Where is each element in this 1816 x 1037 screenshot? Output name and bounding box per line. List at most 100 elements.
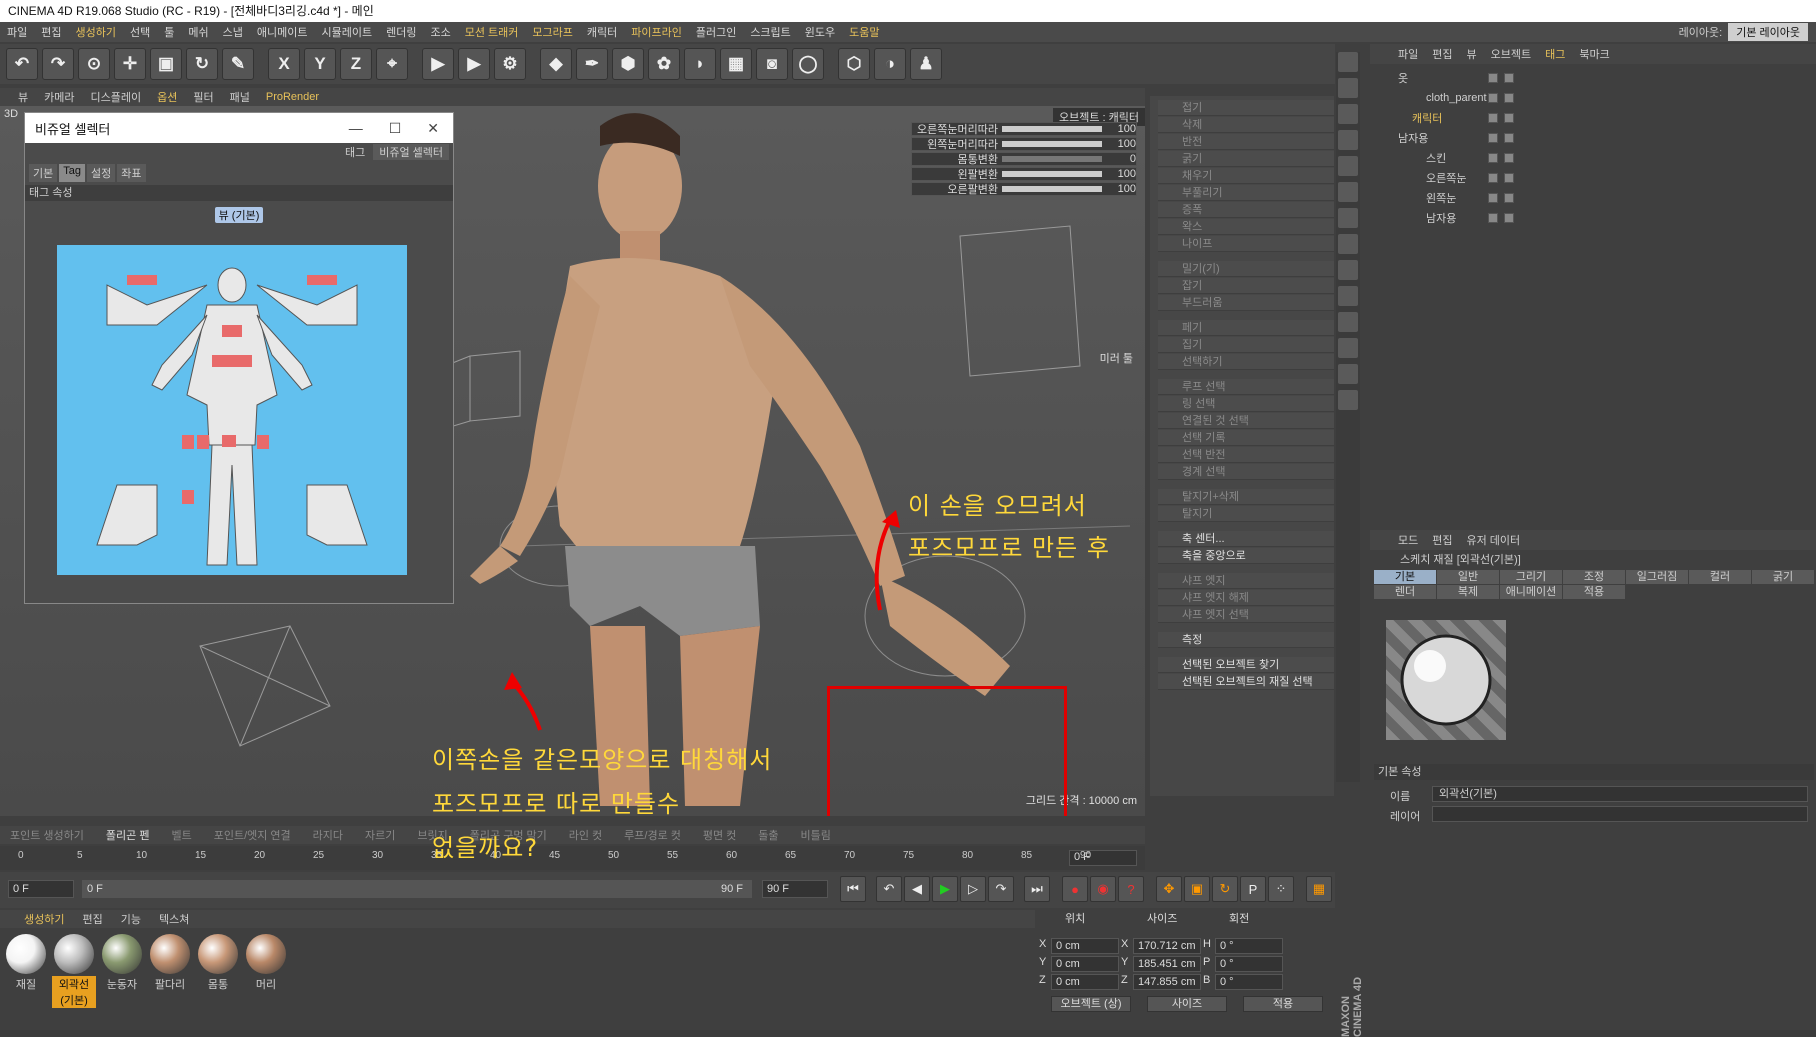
- prev-frame-icon[interactable]: ◀: [904, 876, 930, 902]
- menu-item[interactable]: 생성하기: [69, 24, 123, 40]
- tool-item[interactable]: 탈지기: [1158, 506, 1334, 522]
- attr-tab[interactable]: 굵기: [1752, 570, 1814, 584]
- object-name[interactable]: 왼쪽눈: [1426, 190, 1456, 206]
- camera-icon[interactable]: ◙: [756, 48, 788, 80]
- menu-item[interactable]: 파일: [0, 24, 34, 40]
- next-frame-icon[interactable]: ▷: [960, 876, 986, 902]
- menu-item[interactable]: 모그라프: [525, 24, 579, 40]
- visual-selector-window[interactable]: 비쥬얼 셀렉터 — ☐ ✕ 태그 비쥬얼 셀렉터 기본 Tag 설정 좌표 태그 속성…: [24, 112, 454, 604]
- redo-icon[interactable]: ↷: [42, 48, 74, 80]
- menu-item[interactable]: 도움말: [842, 24, 886, 40]
- polygon-tool[interactable]: 라지다: [313, 827, 343, 843]
- coord-size-field[interactable]: 170.712 cm: [1133, 938, 1201, 954]
- view-default-button[interactable]: 뷰 (기본): [215, 207, 263, 223]
- polygon-tool[interactable]: 자르기: [365, 827, 395, 843]
- cube-mode-icon[interactable]: [1338, 52, 1358, 72]
- coord-mode-dropdown[interactable]: 오브젝트 (상): [1051, 996, 1131, 1012]
- material-swatch[interactable]: 몸통: [196, 934, 240, 994]
- record-icon[interactable]: ●: [1062, 876, 1088, 902]
- render-settings-icon[interactable]: ⚙: [494, 48, 526, 80]
- menu-item[interactable]: 편집: [34, 24, 68, 40]
- menu-item[interactable]: 캐릭터: [580, 24, 624, 40]
- floor-icon[interactable]: ▦: [720, 48, 752, 80]
- render-toggle[interactable]: [1504, 113, 1514, 123]
- slider-row[interactable]: 오른쪽눈머리따라 100: [911, 122, 1137, 136]
- x-axis-icon[interactable]: X: [268, 48, 300, 80]
- sculpt-icon[interactable]: [1338, 390, 1358, 410]
- tool-item[interactable]: 샤프 엣지: [1158, 573, 1334, 589]
- attr-menu-item[interactable]: 편집: [1432, 532, 1452, 548]
- object-row[interactable]: cloth_parent: [1370, 88, 1816, 108]
- tool-item[interactable]: 탈지기+삭제: [1158, 489, 1334, 505]
- tool-item[interactable]: 왁스: [1158, 219, 1334, 235]
- start-frame-field[interactable]: 0 F: [8, 880, 74, 898]
- deformer-icon[interactable]: ◗: [684, 48, 716, 80]
- coord-pos-field[interactable]: 0 cm: [1051, 974, 1119, 990]
- material-swatch[interactable]: 눈동자: [100, 934, 144, 994]
- material-menu-item[interactable]: 기능: [121, 911, 141, 927]
- slider-row[interactable]: 오른팔변환 100: [911, 182, 1137, 196]
- attr-tab[interactable]: 애니메이션: [1500, 585, 1562, 599]
- live-select-icon[interactable]: ⊙: [78, 48, 110, 80]
- keyframe-help-icon[interactable]: ?: [1118, 876, 1144, 902]
- visual-selector-tab[interactable]: 설정: [87, 164, 116, 182]
- tool-item[interactable]: 나이프: [1158, 236, 1334, 252]
- render-toggle[interactable]: [1504, 213, 1514, 223]
- tool-item[interactable]: 접기: [1158, 100, 1334, 116]
- slider-track[interactable]: [1002, 156, 1102, 162]
- slider-value[interactable]: 100: [1106, 123, 1136, 135]
- menu-item[interactable]: 스냅: [216, 24, 250, 40]
- play-icon[interactable]: ▶: [932, 876, 958, 902]
- undo-icon[interactable]: ↶: [6, 48, 38, 80]
- tool-item[interactable]: 연결된 것 선택: [1158, 413, 1334, 429]
- tool-item[interactable]: 부드러움: [1158, 295, 1334, 311]
- coord-rot-field[interactable]: 0 °: [1215, 956, 1283, 972]
- timeline-icon[interactable]: ▦: [1306, 876, 1332, 902]
- viewport-menu-item[interactable]: 카메라: [36, 89, 82, 105]
- object-row[interactable]: 남자용: [1370, 128, 1816, 148]
- slider-track[interactable]: [1002, 186, 1102, 192]
- material-swatch[interactable]: 팔다리: [148, 934, 192, 994]
- attr-tab[interactable]: 일그러짐: [1626, 570, 1688, 584]
- layout-selector[interactable]: 레이아웃: 기본 레이아웃: [1679, 23, 1808, 41]
- menu-item[interactable]: 애니메이트: [250, 24, 315, 40]
- visibility-toggle[interactable]: [1488, 173, 1498, 183]
- polygon-tool[interactable]: 돌출: [758, 827, 778, 843]
- light-icon[interactable]: ◯: [792, 48, 824, 80]
- om-menu-item[interactable]: 오브젝트: [1491, 46, 1531, 62]
- coord-pos-field[interactable]: 0 cm: [1051, 938, 1119, 954]
- attr-tab[interactable]: 기본: [1374, 570, 1436, 584]
- menu-item[interactable]: 플러그인: [689, 24, 743, 40]
- object-name[interactable]: 오른쪽눈: [1426, 170, 1466, 186]
- snap-icon[interactable]: [1338, 234, 1358, 254]
- polygon-tool[interactable]: 라인 컷: [569, 827, 602, 843]
- slider-track[interactable]: [1002, 141, 1102, 147]
- polygon-tool[interactable]: 벨트: [171, 827, 191, 843]
- object-name[interactable]: 캐릭터: [1412, 110, 1442, 126]
- attr-tab[interactable]: 렌더: [1374, 585, 1436, 599]
- material-menu-item[interactable]: 생성하기: [24, 911, 64, 927]
- material-menu-item[interactable]: 편집: [82, 911, 102, 927]
- polygon-tool[interactable]: 평면 컷: [703, 827, 736, 843]
- key-param-icon[interactable]: P: [1240, 876, 1266, 902]
- cloner-icon[interactable]: ✿: [648, 48, 680, 80]
- uv-mode-icon[interactable]: [1338, 156, 1358, 176]
- visual-selector-canvas[interactable]: [57, 245, 407, 575]
- slider-value[interactable]: 0: [1106, 153, 1136, 165]
- slider-value[interactable]: 100: [1106, 183, 1136, 195]
- render-toggle[interactable]: [1504, 153, 1514, 163]
- tool-item[interactable]: 잡기: [1158, 278, 1334, 294]
- tool-item[interactable]: 샤프 엣지 해제: [1158, 590, 1334, 606]
- object-row[interactable]: 오른쪽눈: [1370, 168, 1816, 188]
- tool-item[interactable]: 샤프 엣지 선택: [1158, 607, 1334, 623]
- tool-item[interactable]: 삭제: [1158, 117, 1334, 133]
- attr-tab[interactable]: 컬러: [1689, 570, 1751, 584]
- tool-item[interactable]: 선택 기록: [1158, 430, 1334, 446]
- layout-dropdown[interactable]: 기본 레이아웃: [1728, 23, 1808, 41]
- object-name[interactable]: cloth_parent: [1426, 92, 1487, 104]
- go-start-icon[interactable]: ⏮: [840, 876, 866, 902]
- render-toggle[interactable]: [1504, 193, 1514, 203]
- polygon-tool[interactable]: 비틀림: [801, 827, 831, 843]
- field-value[interactable]: 외곽선(기본): [1432, 786, 1808, 802]
- menu-item[interactable]: 스크립트: [743, 24, 797, 40]
